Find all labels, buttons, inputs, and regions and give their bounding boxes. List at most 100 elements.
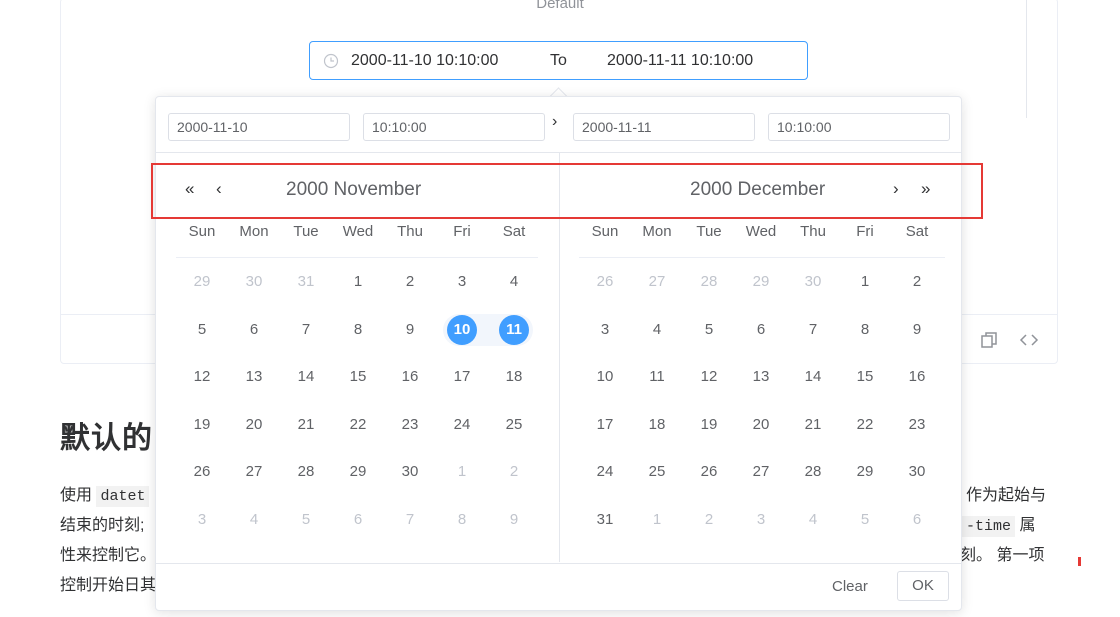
day-cell[interactable]: 1 — [436, 457, 488, 487]
day-cell[interactable]: 18 — [631, 410, 683, 440]
day-cell[interactable]: 13 — [735, 362, 787, 392]
date-range-input[interactable]: 2000-11-10 10:10:00 To 2000-11-11 10:10:… — [309, 41, 808, 80]
day-cell[interactable]: 25 — [488, 410, 540, 440]
day-cell[interactable]: 20 — [228, 410, 280, 440]
day-cell[interactable]: 30 — [787, 267, 839, 297]
day-cell[interactable]: 31 — [579, 505, 631, 535]
day-cell[interactable]: 26 — [176, 457, 228, 487]
day-cell[interactable]: 31 — [280, 267, 332, 297]
day-cell[interactable]: 17 — [436, 362, 488, 392]
day-cell[interactable]: 14 — [280, 362, 332, 392]
day-cell[interactable]: 3 — [579, 315, 631, 345]
day-cell[interactable]: 16 — [891, 362, 943, 392]
end-time-input[interactable] — [768, 113, 950, 141]
day-cell[interactable]: 4 — [488, 267, 540, 297]
day-number: 24 — [453, 415, 471, 433]
day-cell[interactable]: 1 — [631, 505, 683, 535]
day-cell[interactable]: 1 — [839, 267, 891, 297]
day-cell[interactable]: 29 — [735, 267, 787, 297]
day-number: 2 — [704, 510, 714, 528]
day-cell[interactable]: 30 — [891, 457, 943, 487]
day-cell[interactable]: 19 — [683, 410, 735, 440]
day-cell[interactable]: 7 — [280, 315, 332, 345]
selected-day-cell[interactable]: 10 — [436, 314, 488, 345]
day-number: 3 — [457, 273, 467, 290]
day-cell[interactable]: 9 — [891, 315, 943, 345]
day-cell[interactable]: 7 — [787, 315, 839, 345]
day-cell[interactable]: 22 — [332, 410, 384, 440]
day-cell[interactable]: 3 — [735, 505, 787, 535]
day-cell[interactable]: 30 — [228, 267, 280, 297]
day-number: 23 — [401, 415, 419, 433]
day-cell[interactable]: 28 — [280, 457, 332, 487]
day-cell[interactable]: 30 — [384, 457, 436, 487]
day-cell[interactable]: 6 — [735, 315, 787, 345]
day-cell[interactable]: 7 — [384, 505, 436, 535]
day-cell[interactable]: 1 — [332, 267, 384, 297]
start-date-input[interactable] — [168, 113, 350, 141]
day-cell[interactable]: 4 — [228, 505, 280, 535]
day-cell[interactable]: 10 — [579, 362, 631, 392]
day-cell[interactable]: 2 — [488, 457, 540, 487]
day-cell[interactable]: 8 — [332, 315, 384, 345]
day-cell[interactable]: 2 — [891, 267, 943, 297]
day-cell[interactable]: 15 — [332, 362, 384, 392]
range-start-value[interactable]: 2000-11-10 10:10:00 — [351, 52, 498, 70]
day-cell[interactable]: 18 — [488, 362, 540, 392]
day-cell[interactable]: 5 — [683, 315, 735, 345]
day-cell[interactable]: 28 — [787, 457, 839, 487]
day-cell[interactable]: 26 — [683, 457, 735, 487]
day-cell[interactable]: 23 — [384, 410, 436, 440]
end-date-input[interactable] — [573, 113, 755, 141]
day-cell[interactable]: 19 — [176, 410, 228, 440]
day-cell[interactable]: 12 — [683, 362, 735, 392]
day-cell[interactable]: 27 — [631, 267, 683, 297]
day-cell[interactable]: 22 — [839, 410, 891, 440]
day-cell[interactable]: 3 — [176, 505, 228, 535]
day-cell[interactable]: 11 — [631, 362, 683, 392]
day-cell[interactable]: 26 — [579, 267, 631, 297]
day-cell[interactable]: 13 — [228, 362, 280, 392]
clear-button[interactable]: Clear — [832, 578, 868, 595]
day-cell[interactable]: 17 — [579, 410, 631, 440]
day-cell[interactable]: 6 — [891, 505, 943, 535]
day-cell[interactable]: 29 — [176, 267, 228, 297]
day-cell[interactable]: 16 — [384, 362, 436, 392]
day-cell[interactable]: 8 — [436, 505, 488, 535]
day-cell[interactable]: 27 — [228, 457, 280, 487]
day-cell[interactable]: 28 — [683, 267, 735, 297]
day-cell[interactable]: 24 — [436, 410, 488, 440]
day-cell[interactable]: 23 — [891, 410, 943, 440]
day-cell[interactable]: 21 — [280, 410, 332, 440]
day-cell[interactable]: 21 — [787, 410, 839, 440]
range-end-value[interactable]: 2000-11-11 10:10:00 — [607, 52, 753, 70]
day-cell[interactable]: 3 — [436, 267, 488, 297]
day-cell[interactable]: 5 — [839, 505, 891, 535]
day-cell[interactable]: 25 — [631, 457, 683, 487]
day-cell[interactable]: 4 — [631, 315, 683, 345]
selected-day-cell[interactable]: 11 — [488, 314, 540, 345]
day-cell[interactable]: 6 — [228, 315, 280, 345]
day-cell[interactable]: 9 — [384, 315, 436, 345]
day-cell[interactable]: 15 — [839, 362, 891, 392]
day-cell[interactable]: 12 — [176, 362, 228, 392]
day-cell[interactable]: 29 — [839, 457, 891, 487]
day-cell[interactable]: 14 — [787, 362, 839, 392]
day-cell[interactable]: 29 — [332, 457, 384, 487]
day-cell[interactable]: 24 — [579, 457, 631, 487]
day-cell[interactable]: 20 — [735, 410, 787, 440]
day-cell[interactable]: 5 — [176, 315, 228, 345]
ok-button[interactable]: OK — [897, 571, 949, 601]
code-icon[interactable] — [1019, 330, 1039, 350]
day-cell[interactable]: 2 — [683, 505, 735, 535]
copy-icon[interactable] — [979, 330, 999, 350]
day-number: 14 — [297, 368, 315, 385]
start-time-input[interactable] — [363, 113, 545, 141]
day-cell[interactable]: 27 — [735, 457, 787, 487]
day-cell[interactable]: 5 — [280, 505, 332, 535]
day-cell[interactable]: 6 — [332, 505, 384, 535]
day-cell[interactable]: 2 — [384, 267, 436, 297]
day-cell[interactable]: 8 — [839, 315, 891, 345]
day-cell[interactable]: 4 — [787, 505, 839, 535]
day-cell[interactable]: 9 — [488, 505, 540, 535]
